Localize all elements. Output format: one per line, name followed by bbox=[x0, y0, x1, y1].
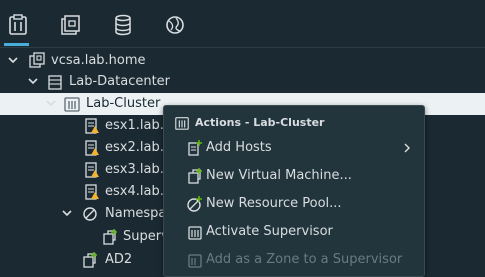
menu-header-label: Actions - Lab-Cluster bbox=[195, 116, 325, 129]
namespace-icon bbox=[83, 207, 97, 221]
vcenter-icon bbox=[29, 52, 45, 68]
host-warning-icon bbox=[85, 140, 99, 156]
vm-icon bbox=[83, 252, 97, 268]
add-hosts-icon bbox=[188, 140, 202, 156]
datacenter-icon bbox=[48, 75, 62, 90]
tab-vms-and-templates[interactable] bbox=[57, 12, 83, 38]
menu-item-label: New Virtual Machine... bbox=[206, 168, 352, 183]
menu-item-label: New Resource Pool... bbox=[206, 196, 342, 211]
storage-icon bbox=[115, 14, 131, 36]
host-warning-icon bbox=[85, 162, 99, 178]
chevron-down-icon[interactable] bbox=[26, 74, 40, 88]
tree-node-label: AD2 bbox=[105, 252, 133, 267]
active-tab-indicator bbox=[4, 43, 29, 46]
menu-item-new-virtual-machine[interactable]: New Virtual Machine... bbox=[164, 162, 424, 190]
menu-header: Actions - Lab-Cluster bbox=[174, 115, 414, 131]
tree-node-datacenter[interactable]: Lab-Datacenter bbox=[0, 71, 485, 93]
tab-storage[interactable] bbox=[110, 12, 136, 38]
tree-node-label: Namespa bbox=[105, 206, 167, 221]
host-warning-icon bbox=[85, 184, 99, 200]
zone-icon bbox=[188, 254, 202, 268]
actions-context-menu: Actions - Lab-Cluster Add Hosts New Virt… bbox=[163, 105, 425, 277]
supervisor-vm-icon bbox=[103, 229, 117, 245]
tree-node-vcenter[interactable]: vcsa.lab.home bbox=[0, 50, 485, 72]
chevron-down-icon[interactable] bbox=[44, 96, 58, 110]
tree-node-label: Lab-Cluster bbox=[86, 96, 161, 111]
navigator-toolbar bbox=[0, 0, 485, 48]
menu-item-add-hosts[interactable]: Add Hosts bbox=[164, 134, 424, 162]
cluster-icon bbox=[64, 97, 80, 112]
chevron-down-icon[interactable] bbox=[6, 53, 20, 67]
chevron-right-icon bbox=[404, 143, 410, 153]
networking-icon bbox=[166, 16, 184, 34]
tree-node-label: vcsa.lab.home bbox=[51, 53, 146, 68]
tree-node-label: Superv bbox=[123, 229, 169, 244]
menu-item-activate-supervisor[interactable]: Activate Supervisor bbox=[164, 218, 424, 246]
new-vm-icon bbox=[188, 168, 202, 184]
cluster-icon bbox=[175, 117, 189, 130]
menu-item-add-zone-to-supervisor[interactable]: Add as a Zone to a Supervisor bbox=[164, 246, 424, 274]
new-resource-pool-icon bbox=[187, 196, 202, 212]
menu-item-label: Activate Supervisor bbox=[206, 224, 333, 239]
tree-node-label: Lab-Datacenter bbox=[69, 74, 171, 89]
hosts-clusters-icon bbox=[9, 14, 27, 35]
tab-hosts-and-clusters[interactable] bbox=[5, 12, 31, 38]
host-warning-icon bbox=[85, 118, 99, 134]
menu-item-label: Add as a Zone to a Supervisor bbox=[206, 252, 403, 267]
menu-item-new-resource-pool[interactable]: New Resource Pool... bbox=[164, 190, 424, 218]
tab-networking[interactable] bbox=[162, 12, 188, 38]
chevron-down-icon[interactable] bbox=[60, 206, 74, 220]
vms-templates-icon bbox=[61, 15, 80, 35]
activate-supervisor-icon bbox=[188, 226, 202, 240]
menu-item-label: Add Hosts bbox=[206, 140, 272, 155]
